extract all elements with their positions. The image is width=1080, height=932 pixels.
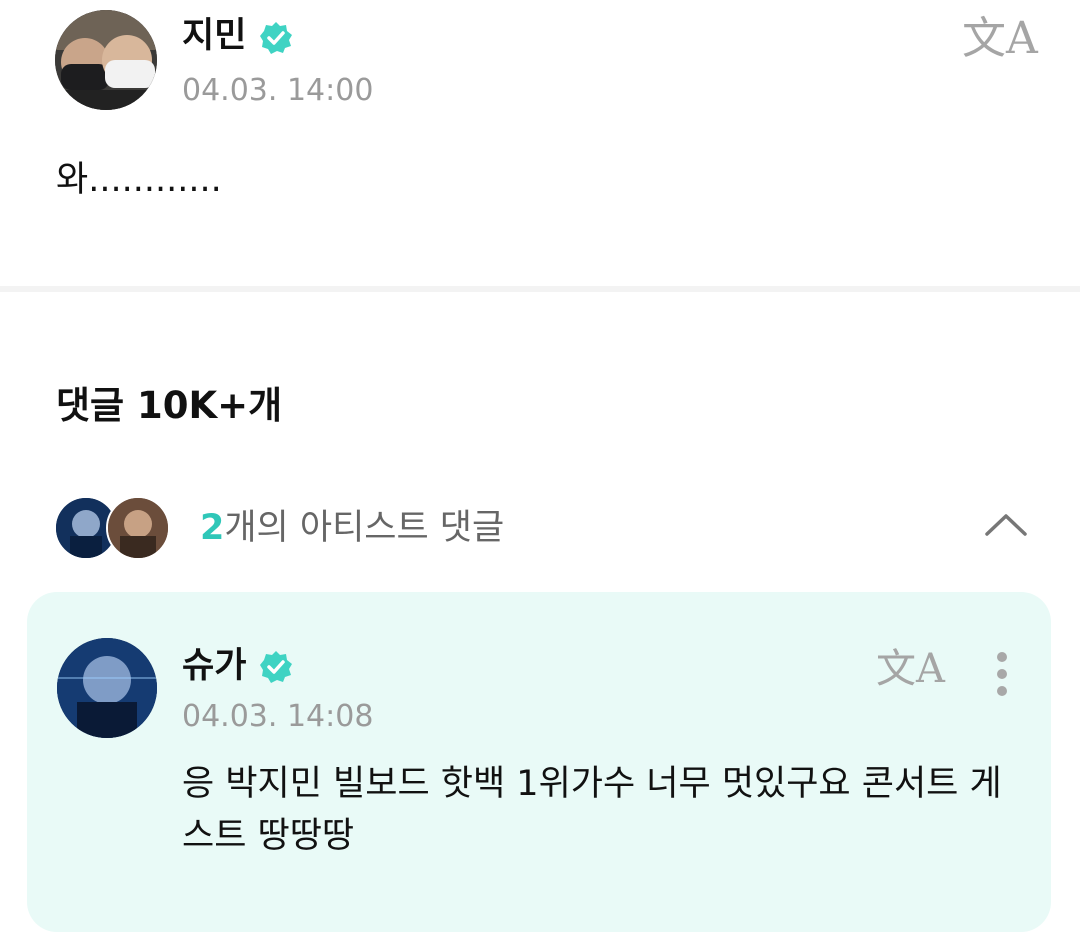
comment-text: 응 박지민 빌보드 핫백 1위가수 너무 멋있구요 콘서트 게스트 땅땅땅 (182, 764, 1002, 856)
comments-title: 댓글 10K+개 (56, 384, 283, 427)
post-author-name[interactable]: 지민 (182, 14, 246, 58)
comment-timestamp: 04.03. 14:08 (182, 699, 374, 734)
artist-avatar (106, 496, 170, 560)
artist-comment-label: 개의 아티스트 댓글 (224, 508, 505, 548)
artist-comment-count: 2 (200, 508, 225, 548)
post-timestamp: 04.03. 14:00 (182, 73, 374, 108)
translate-icon[interactable]: 文A (876, 645, 945, 693)
section-divider (0, 286, 1080, 292)
post-body: 와............ (56, 160, 222, 200)
comment-author-name[interactable]: 슈가 (182, 644, 246, 688)
comment-author-avatar[interactable] (57, 638, 157, 738)
verified-badge-icon (259, 21, 293, 55)
chevron-up-icon[interactable] (984, 511, 1028, 537)
verified-badge-icon (259, 650, 293, 684)
artist-comments-toggle[interactable]: 2개의 아티스트 댓글 (200, 506, 504, 550)
translate-icon[interactable]: 文A (962, 14, 1038, 64)
more-vertical-icon[interactable] (990, 650, 1014, 698)
post-author-avatar[interactable] (55, 10, 157, 110)
